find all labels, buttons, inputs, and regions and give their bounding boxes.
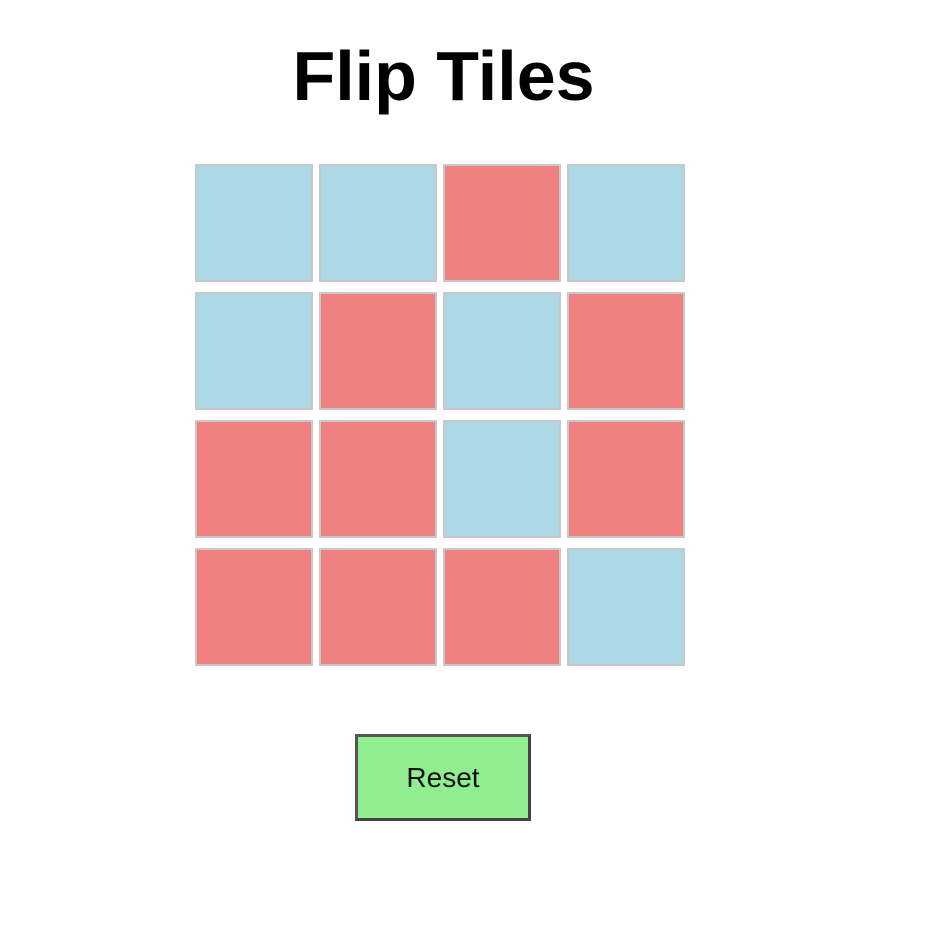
tile-r4-c2[interactable] bbox=[319, 548, 437, 666]
tile-r1-c1[interactable] bbox=[195, 164, 313, 282]
tile-r3-c4[interactable] bbox=[567, 420, 685, 538]
tile-r2-c4[interactable] bbox=[567, 292, 685, 410]
tile-r1-c4[interactable] bbox=[567, 164, 685, 282]
reset-button[interactable]: Reset bbox=[355, 734, 531, 821]
tile-r4-c4[interactable] bbox=[567, 548, 685, 666]
tile-r4-c3[interactable] bbox=[443, 548, 561, 666]
tile-r3-c3[interactable] bbox=[443, 420, 561, 538]
tile-r3-c1[interactable] bbox=[195, 420, 313, 538]
tile-board bbox=[195, 164, 685, 666]
tile-r3-c2[interactable] bbox=[319, 420, 437, 538]
tile-r4-c1[interactable] bbox=[195, 548, 313, 666]
tile-r2-c2[interactable] bbox=[319, 292, 437, 410]
page-title: Flip Tiles bbox=[292, 37, 595, 115]
tile-r2-c1[interactable] bbox=[195, 292, 313, 410]
tile-r1-c2[interactable] bbox=[319, 164, 437, 282]
tile-r1-c3[interactable] bbox=[443, 164, 561, 282]
tile-r2-c3[interactable] bbox=[443, 292, 561, 410]
